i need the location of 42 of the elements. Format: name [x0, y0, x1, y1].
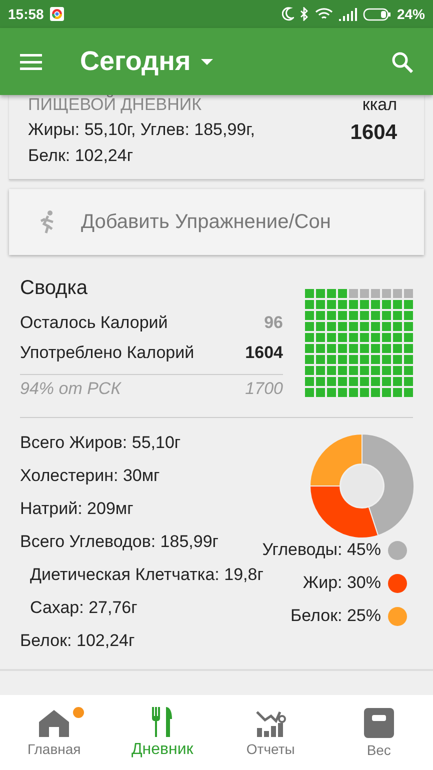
legend-label: Углеводы: 45% — [262, 540, 381, 560]
diary-title: ПИЩЕВОЙ ДНЕВНИК — [28, 95, 203, 115]
nutrient-line: Диетическая Клетчатка: 19,8г — [29, 564, 264, 586]
status-time: 15:58 — [8, 6, 44, 22]
battery-percent: 24% — [396, 6, 425, 22]
battery-icon — [362, 8, 391, 20]
browser-icon — [50, 7, 64, 21]
nutrient-line: Белок: 102,24г — [20, 630, 136, 652]
rdi-value: 1700 — [245, 379, 283, 399]
nav-tab[interactable]: Дневник — [108, 695, 216, 770]
add-exercise-button[interactable]: Добавить Упражнение/Сон — [9, 189, 424, 255]
nutrient-line: Всего Жиров: 55,10г — [20, 432, 182, 454]
calorie-label: Осталось Калорий — [20, 312, 168, 334]
nav-tab[interactable]: Главная — [0, 695, 108, 770]
chart-icon — [256, 708, 286, 736]
scale-icon — [364, 708, 394, 738]
fork-knife-icon — [151, 706, 174, 736]
calorie-value: 1604 — [245, 342, 283, 364]
bluetooth-icon — [300, 7, 309, 21]
legend-label: Жир: 30% — [302, 573, 381, 593]
date-dropdown[interactable]: Сегодня — [80, 46, 191, 77]
nutrient-line: Холестерин: 30мг — [20, 465, 161, 487]
summary-title: Сводка — [20, 277, 89, 300]
calories-total: 1604 — [350, 121, 397, 145]
calorie-label: Употреблено Калорий — [20, 342, 194, 364]
search-icon[interactable] — [391, 50, 413, 72]
calorie-value: 96 — [264, 312, 283, 334]
wifi-icon — [314, 7, 333, 21]
nutrient-line: Натрий: 209мг — [20, 498, 134, 520]
rdi-percent: 94% от РСК — [20, 379, 121, 399]
macros-summary: Жиры: 55,10г, Углев: 185,99г, Белк: 102,24г — [28, 119, 256, 167]
caret-icon[interactable] — [200, 58, 213, 64]
diary-card[interactable]: ПИЩЕВОЙ ДНЕВНИК Жиры: 55,10г, Углев: 185,99г, Белк: 102,24г ккал 1604 — [9, 95, 424, 180]
nav-tab[interactable]: Отчеты — [216, 695, 325, 770]
nutrient-line: Всего Углеводов: 185,99г — [20, 531, 220, 553]
menu-icon[interactable] — [20, 54, 42, 70]
nutrient-line: Сахар: 27,76г — [29, 597, 138, 619]
moon-icon — [282, 7, 294, 21]
unit-label: ккал — [361, 95, 397, 115]
house-icon — [38, 708, 70, 736]
signal-icon — [338, 8, 357, 20]
nav-tab[interactable]: Вес — [324, 695, 433, 770]
